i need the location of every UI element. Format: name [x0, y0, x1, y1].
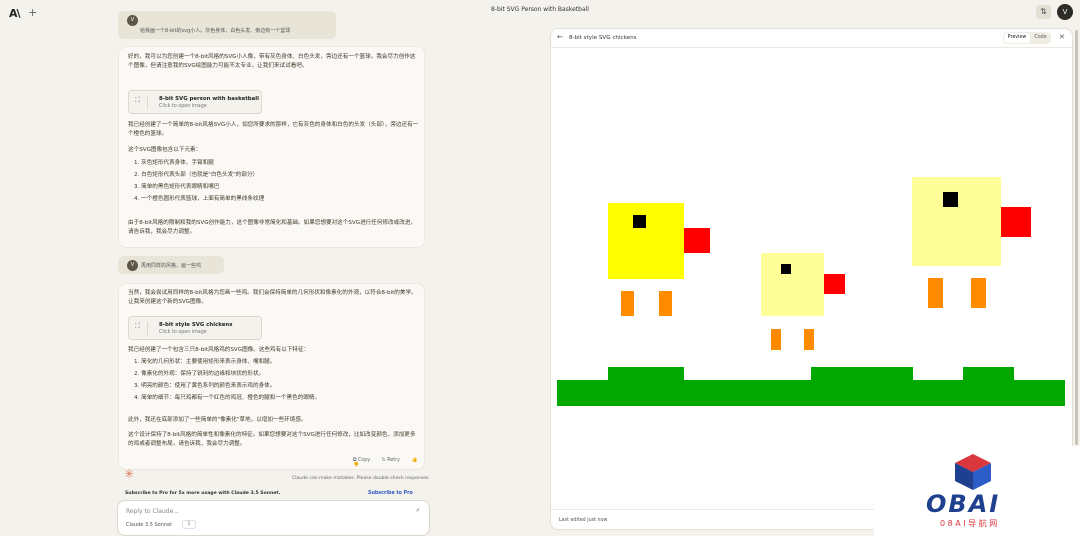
- subscribe-bar: Subscribe to Pro for 5x more usage with …: [118, 488, 430, 500]
- reply-paragraph: 我已经创建了一个包含三只8-bit风格鸡的SVG图像。这些鸡有以下特征：: [128, 347, 310, 353]
- chicken-eye: [943, 192, 958, 207]
- artifact-panel-title: 8-bit style SVG chickens: [569, 35, 637, 41]
- reply-paragraph: 这个设计保持了8-bit风格的简单性和像素化的特征。如果您想要对这个SVG进行任…: [128, 432, 416, 447]
- disclaimer: Claude can make mistakes. Please double-…: [292, 476, 430, 481]
- tab-code[interactable]: Code: [1031, 33, 1050, 43]
- list-item: 1. 简化的几何形状：主要使用矩形来表示身体、嘴和腿。: [134, 359, 276, 365]
- list-item: 3. 简单的黑色矩形代表眼睛和嘴巴: [134, 184, 220, 190]
- reply-input[interactable]: Reply to Claude...: [126, 508, 179, 515]
- reply-paragraph: 我已经创建了一个简单的8-bit风格SVG小人，如您所要求的那样，它有灰色的身体…: [128, 122, 419, 137]
- reply-list: 1. 灰色矩形代表身体、手臂和腿 2. 白色矩形代表头部（也就是"白色头发"的部…: [128, 156, 264, 204]
- chicken-eye: [781, 264, 791, 274]
- user-message-text: 再用同样的风格，画一些鸡: [141, 263, 202, 269]
- scrollbar[interactable]: [1075, 30, 1078, 445]
- user-message: V 再用同样的风格，画一些鸡: [118, 256, 224, 274]
- user-avatar[interactable]: V: [1057, 4, 1073, 20]
- reply-list: 1. 简化的几何形状：主要使用矩形来表示身体、嘴和腿。 2. 像素化的外观：保持…: [128, 355, 320, 403]
- list-item: 4. 一个橙色圆形代表篮球，上面有简单的黑线条纹理: [134, 196, 265, 202]
- watermark-subtitle: 0 8 A I 导 航 网: [940, 519, 998, 528]
- user-message-text: 给我画一个8-bit的svg小人。灰色身体、白色头发、旁边有一个篮球: [140, 28, 291, 34]
- claude-spark-icon: ✳: [124, 467, 135, 481]
- reply-paragraph: 此外，我还在底部添加了一些简单的"像素化"草地，以增加一些环境感。: [128, 417, 307, 423]
- reply-paragraph: 由于8-bit风格的限制和我的SVG创作能力，这个图像非常简化和基础。如果您想要…: [128, 220, 417, 235]
- list-item: 2. 白色矩形代表头部（也就是"白色头发"的部分）: [134, 172, 259, 178]
- sliders-icon[interactable]: ⇅: [1036, 5, 1051, 19]
- tab-preview[interactable]: Preview: [1004, 33, 1030, 43]
- list-item: 2. 像素化的外观：保持了锐利的边缘和块状的形状。: [134, 371, 265, 377]
- chicken-3: [912, 177, 1031, 308]
- assistant-message: 好的，我可以为您创建一个8-bit风格的SVG小人像，带有灰色身体、白色头发，旁…: [118, 46, 425, 248]
- thumbs-up-icon[interactable]: 👍: [412, 458, 418, 463]
- watermark: OBAI 0 8 A I 导 航 网: [874, 446, 1080, 536]
- chicken-beak: [684, 228, 710, 253]
- attachment-count[interactable]: 1: [182, 520, 196, 529]
- user-message: V 给我画一个8-bit的svg小人。灰色身体、白色头发、旁边有一个篮球: [118, 11, 336, 39]
- retry-button[interactable]: ↻ Retry: [382, 458, 405, 463]
- cube-logo-icon: [955, 454, 991, 490]
- chicken-leg: [804, 329, 814, 350]
- reply-intro: 当然，我会尝试用同样的8-bit风格为您画一些鸡。我们会保持简单的几何形状和像素…: [128, 290, 417, 305]
- last-edited-text: Last edited just now: [559, 518, 608, 523]
- chicken-leg: [971, 278, 986, 308]
- list-item: 4. 简单的细节：每只鸡都有一个红色的鸡冠、橙色的腿和一个黑色的眼睛。: [134, 395, 321, 401]
- chicken-beak: [1001, 207, 1031, 237]
- chicken-body: [608, 203, 684, 279]
- paperclip-icon[interactable]: ⌕: [416, 506, 420, 515]
- chicken-beak: [824, 274, 845, 294]
- artifact-header: ← 8-bit style SVG chickens Preview Code …: [551, 29, 1072, 48]
- image-icon: ⛶: [135, 96, 148, 109]
- chicken-leg: [659, 291, 672, 316]
- chicken-leg: [771, 329, 781, 350]
- chicken-body: [912, 177, 1001, 266]
- chicken-eye: [633, 215, 646, 228]
- chicken-leg: [621, 291, 634, 316]
- thumbs-down-icon[interactable]: 👎: [353, 463, 359, 468]
- chickens-svg: [557, 177, 1065, 406]
- artifact-subtitle: Click to open image: [159, 330, 207, 335]
- grass-base: [557, 380, 1065, 406]
- chicken-leg: [928, 278, 943, 308]
- subscribe-text: Subscribe to Pro for 5x more usage with …: [125, 491, 281, 496]
- list-item: 3. 明亮的颜色：使用了黄色系列的颜色来表示鸡的身体。: [134, 383, 276, 389]
- back-arrow-icon[interactable]: ←: [557, 33, 563, 41]
- view-tabs: Preview Code: [1003, 32, 1051, 44]
- chicken-2: [761, 253, 845, 350]
- message-actions: ⧉ Copy ↻ Retry 👍 👎: [353, 457, 424, 468]
- reply-paragraph: 这个SVG图像包含以下元素：: [128, 147, 202, 153]
- reply-box: Reply to Claude... ⌕ Claude 3.5 Sonnet 1: [117, 500, 430, 536]
- user-avatar-small: V: [127, 15, 138, 26]
- artifact-card[interactable]: ⛶ 8-bit style SVG chickens Click to open…: [128, 316, 262, 340]
- close-icon[interactable]: ✕: [1059, 33, 1065, 41]
- watermark-brand: OBAI: [926, 490, 1001, 518]
- artifact-subtitle: Click to open image: [159, 104, 207, 109]
- artifact-title: 8-bit SVG person with basketball: [159, 96, 259, 102]
- subscribe-link[interactable]: Subscribe to Pro: [368, 491, 413, 496]
- list-item: 1. 灰色矩形代表身体、手臂和腿: [134, 160, 214, 166]
- artifact-card[interactable]: ⛶ 8-bit SVG person with basketball Click…: [128, 90, 262, 114]
- grass-tuft: [963, 367, 1014, 380]
- reply-intro: 好的，我可以为您创建一个8-bit风格的SVG小人像，带有灰色身体、白色头发，旁…: [128, 54, 416, 69]
- grass-tuft: [811, 367, 913, 380]
- grass-tuft: [608, 367, 684, 380]
- pixel-grass: [557, 367, 1065, 406]
- model-selector[interactable]: Claude 3.5 Sonnet: [126, 522, 172, 528]
- assistant-message: 当然，我会尝试用同样的8-bit风格为您画一些鸡。我们会保持简单的几何形状和像素…: [118, 283, 425, 470]
- chicken-1: [608, 203, 710, 316]
- image-icon: ⛶: [135, 322, 148, 335]
- chicken-body: [761, 253, 824, 316]
- artifact-title: 8-bit style SVG chickens: [159, 322, 233, 328]
- user-avatar-small: V: [127, 260, 138, 271]
